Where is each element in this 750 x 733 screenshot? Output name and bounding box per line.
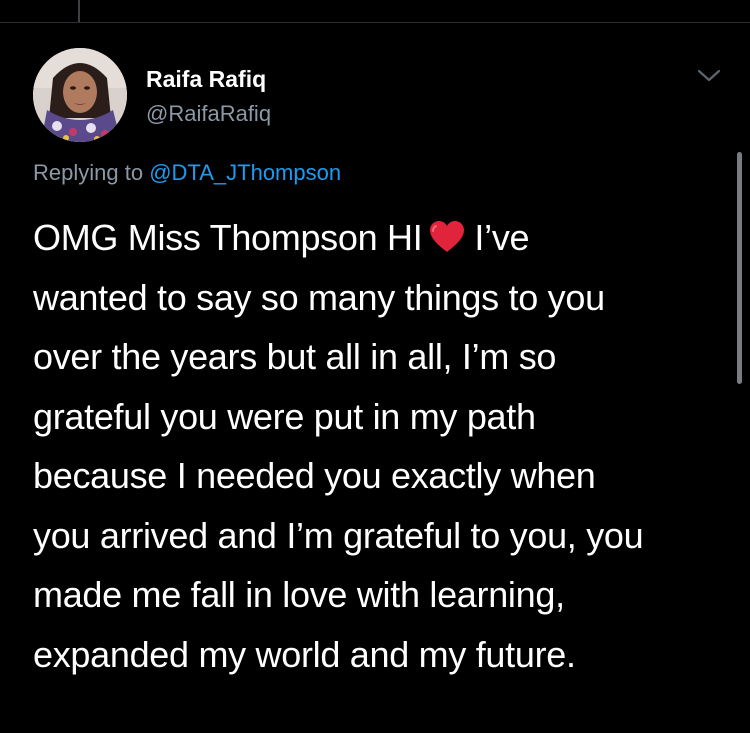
replying-to-label: Replying to <box>33 160 144 185</box>
tweet-line: you arrived and I’m grateful to you, you <box>33 514 644 556</box>
tweet-line: grateful you were put in my path <box>33 395 536 437</box>
thread-connector-line <box>78 0 80 22</box>
tweet-line: over the years but all in all, I’m so <box>33 336 557 377</box>
author-handle[interactable]: @RaifaRafiq <box>146 101 271 127</box>
tweet-line: because I needed you exactly when <box>33 455 596 496</box>
author-display-name[interactable]: Raifa Rafiq <box>146 66 266 93</box>
tweet-text-segment: I’ve <box>474 217 530 258</box>
replying-to-line: Replying to @DTA_JThompson <box>33 160 341 186</box>
red-heart-icon <box>430 221 465 252</box>
tweet-line: wanted to say so many things to you <box>33 276 605 318</box>
tweet-text-segment: OMG Miss Thompson HI <box>33 217 423 258</box>
reply-mention-link[interactable]: @DTA_JThompson <box>149 160 341 185</box>
tweet-text: OMG Miss Thompson HI I’ve wanted to say s… <box>33 208 723 684</box>
tweet-line: OMG Miss Thompson HI I’ve <box>33 208 723 268</box>
scrollbar-thumb[interactable] <box>737 152 742 384</box>
tweet-line: expanded my world and my future. <box>33 633 576 675</box>
tweet-line: made me fall in love with learning, <box>33 574 565 615</box>
chevron-down-icon[interactable] <box>694 66 724 86</box>
top-divider <box>0 22 750 23</box>
avatar[interactable] <box>33 48 127 142</box>
